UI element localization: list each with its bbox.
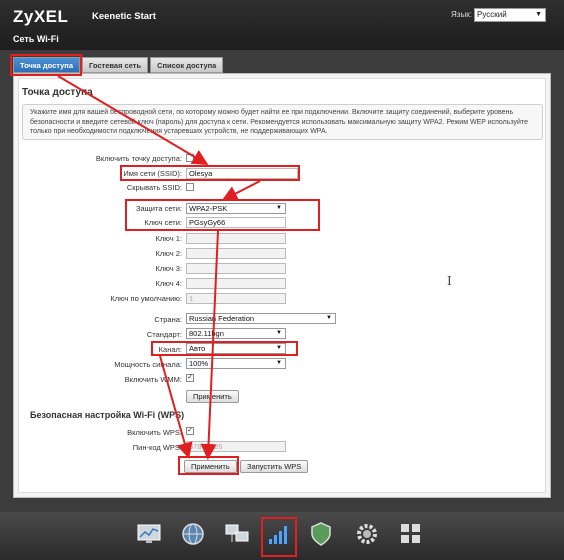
shield-icon <box>311 522 331 546</box>
security-label: Защита сети: <box>135 204 182 213</box>
standard-select[interactable]: 802.11bgn ▼ <box>186 328 286 339</box>
language-label: Язык: <box>451 10 472 19</box>
tab-bar: Точка доступа Гостевая сеть Список досту… <box>13 57 225 73</box>
hide-ssid-checkbox[interactable] <box>186 183 194 191</box>
default-key-label: Ключ по умолчанию: <box>110 294 182 303</box>
channel-value: Авто <box>189 344 206 353</box>
tab-access-list[interactable]: Список доступа <box>150 57 224 73</box>
key2-input[interactable] <box>186 248 286 259</box>
network-computers-icon <box>225 524 249 542</box>
chevron-down-icon: ▼ <box>276 330 282 336</box>
page-title: Сеть Wi-Fi <box>13 34 59 44</box>
hide-ssid-label: Скрывать SSID: <box>126 183 182 192</box>
standard-value: 802.11bgn <box>189 329 224 338</box>
ssid-input[interactable]: Olesya <box>186 168 298 179</box>
tab-guest-network[interactable]: Гостевая сеть <box>82 57 149 73</box>
language-select[interactable]: Русский ▼ <box>474 8 546 22</box>
channel-select[interactable]: Авто ▼ <box>186 343 286 354</box>
ssid-label: Имя сети (SSID): <box>123 169 182 178</box>
standard-label: Стандарт: <box>146 330 182 339</box>
key3-label: Ключ 3: <box>155 264 182 273</box>
dock-apps[interactable] <box>396 519 426 549</box>
key4-input[interactable] <box>186 278 286 289</box>
wmm-label: Включить WMM: <box>124 375 182 384</box>
text-cursor-icon: I <box>447 274 452 288</box>
dock-security[interactable] <box>306 519 336 549</box>
key4-label: Ключ 4: <box>155 279 182 288</box>
start-wps-button[interactable]: Запустить WPS <box>240 460 309 473</box>
wps-pin-label: Пин-код WPS: <box>132 443 182 452</box>
product-name: Keenetic Start <box>92 11 156 22</box>
enable-ap-label: Включить точку доступа: <box>95 154 182 163</box>
wps-enable-label: Включить WPS: <box>127 428 182 437</box>
wmm-checkbox[interactable]: ✓ <box>186 374 194 382</box>
chevron-down-icon: ▼ <box>535 11 542 18</box>
security-select[interactable]: WPA2-PSK ▼ <box>186 203 286 214</box>
chevron-down-icon: ▼ <box>276 205 282 211</box>
dock-monitor[interactable] <box>134 519 164 549</box>
wps-enable-checkbox[interactable]: ✓ <box>186 427 194 435</box>
apply-button[interactable]: Применить <box>186 390 239 403</box>
panel-heading: Точка доступа <box>22 87 93 98</box>
dock-internet[interactable] <box>178 519 208 549</box>
key3-input[interactable] <box>186 263 286 274</box>
default-key-select[interactable]: 1 <box>186 293 286 304</box>
country-label: Страна: <box>154 315 182 324</box>
wps-apply-button[interactable]: Применить <box>184 460 237 473</box>
dock-settings[interactable] <box>352 519 382 549</box>
zyxel-logo: ZyXEL <box>13 7 69 26</box>
key2-label: Ключ 2: <box>155 249 182 258</box>
globe-icon <box>182 523 204 545</box>
key1-input[interactable] <box>186 233 286 244</box>
annotation-wifi-dock-highlight <box>261 517 297 557</box>
chevron-down-icon: ▼ <box>326 315 332 321</box>
chevron-down-icon: ▼ <box>276 345 282 351</box>
network-key-input[interactable]: PGsyGy66 <box>186 217 286 228</box>
gear-icon <box>357 524 377 544</box>
enable-ap-checkbox[interactable] <box>186 154 194 162</box>
wps-heading: Безопасная настройка Wi-Fi (WPS) <box>30 410 185 420</box>
info-box: Укажите имя для вашей беспроводной сети,… <box>22 104 543 140</box>
tab-access-point[interactable]: Точка доступа <box>13 57 81 73</box>
network-key-label: Ключ сети: <box>144 218 182 227</box>
chevron-down-icon: ▼ <box>276 360 282 366</box>
channel-label: Канал: <box>158 345 182 354</box>
power-label: Мощность сигнала: <box>114 360 182 369</box>
country-select[interactable]: Russian Federation ▼ <box>186 313 336 324</box>
power-select[interactable]: 100% ▼ <box>186 358 286 369</box>
apps-grid-icon <box>401 524 420 543</box>
country-value: Russian Federation <box>189 314 255 323</box>
wps-pin-input[interactable]: 37870926 <box>186 441 286 452</box>
key1-label: Ключ 1: <box>155 234 182 243</box>
security-value: WPA2-PSK <box>189 204 228 213</box>
language-value: Русский <box>477 10 507 19</box>
monitor-chart-icon <box>137 524 161 543</box>
power-value: 100% <box>189 359 209 368</box>
dock-home-network[interactable] <box>222 519 252 549</box>
